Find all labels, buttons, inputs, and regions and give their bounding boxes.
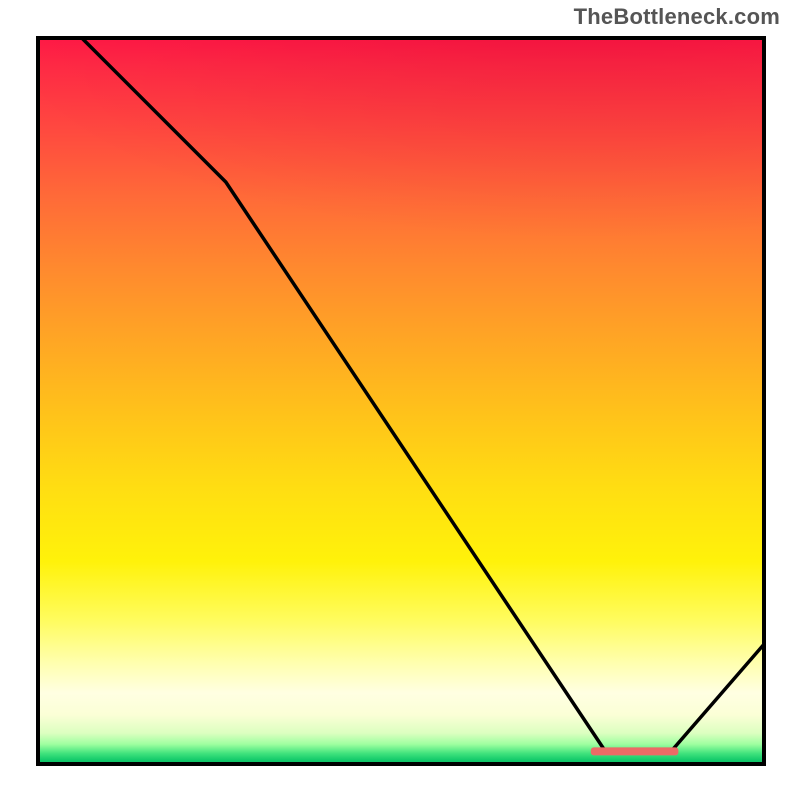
overlay-svg: [36, 36, 766, 766]
data-curve: [80, 36, 766, 751]
plot-area: [36, 36, 766, 766]
optimal-marker: [591, 747, 679, 755]
watermark-text: TheBottleneck.com: [574, 4, 780, 30]
chart-container: TheBottleneck.com: [0, 0, 800, 800]
